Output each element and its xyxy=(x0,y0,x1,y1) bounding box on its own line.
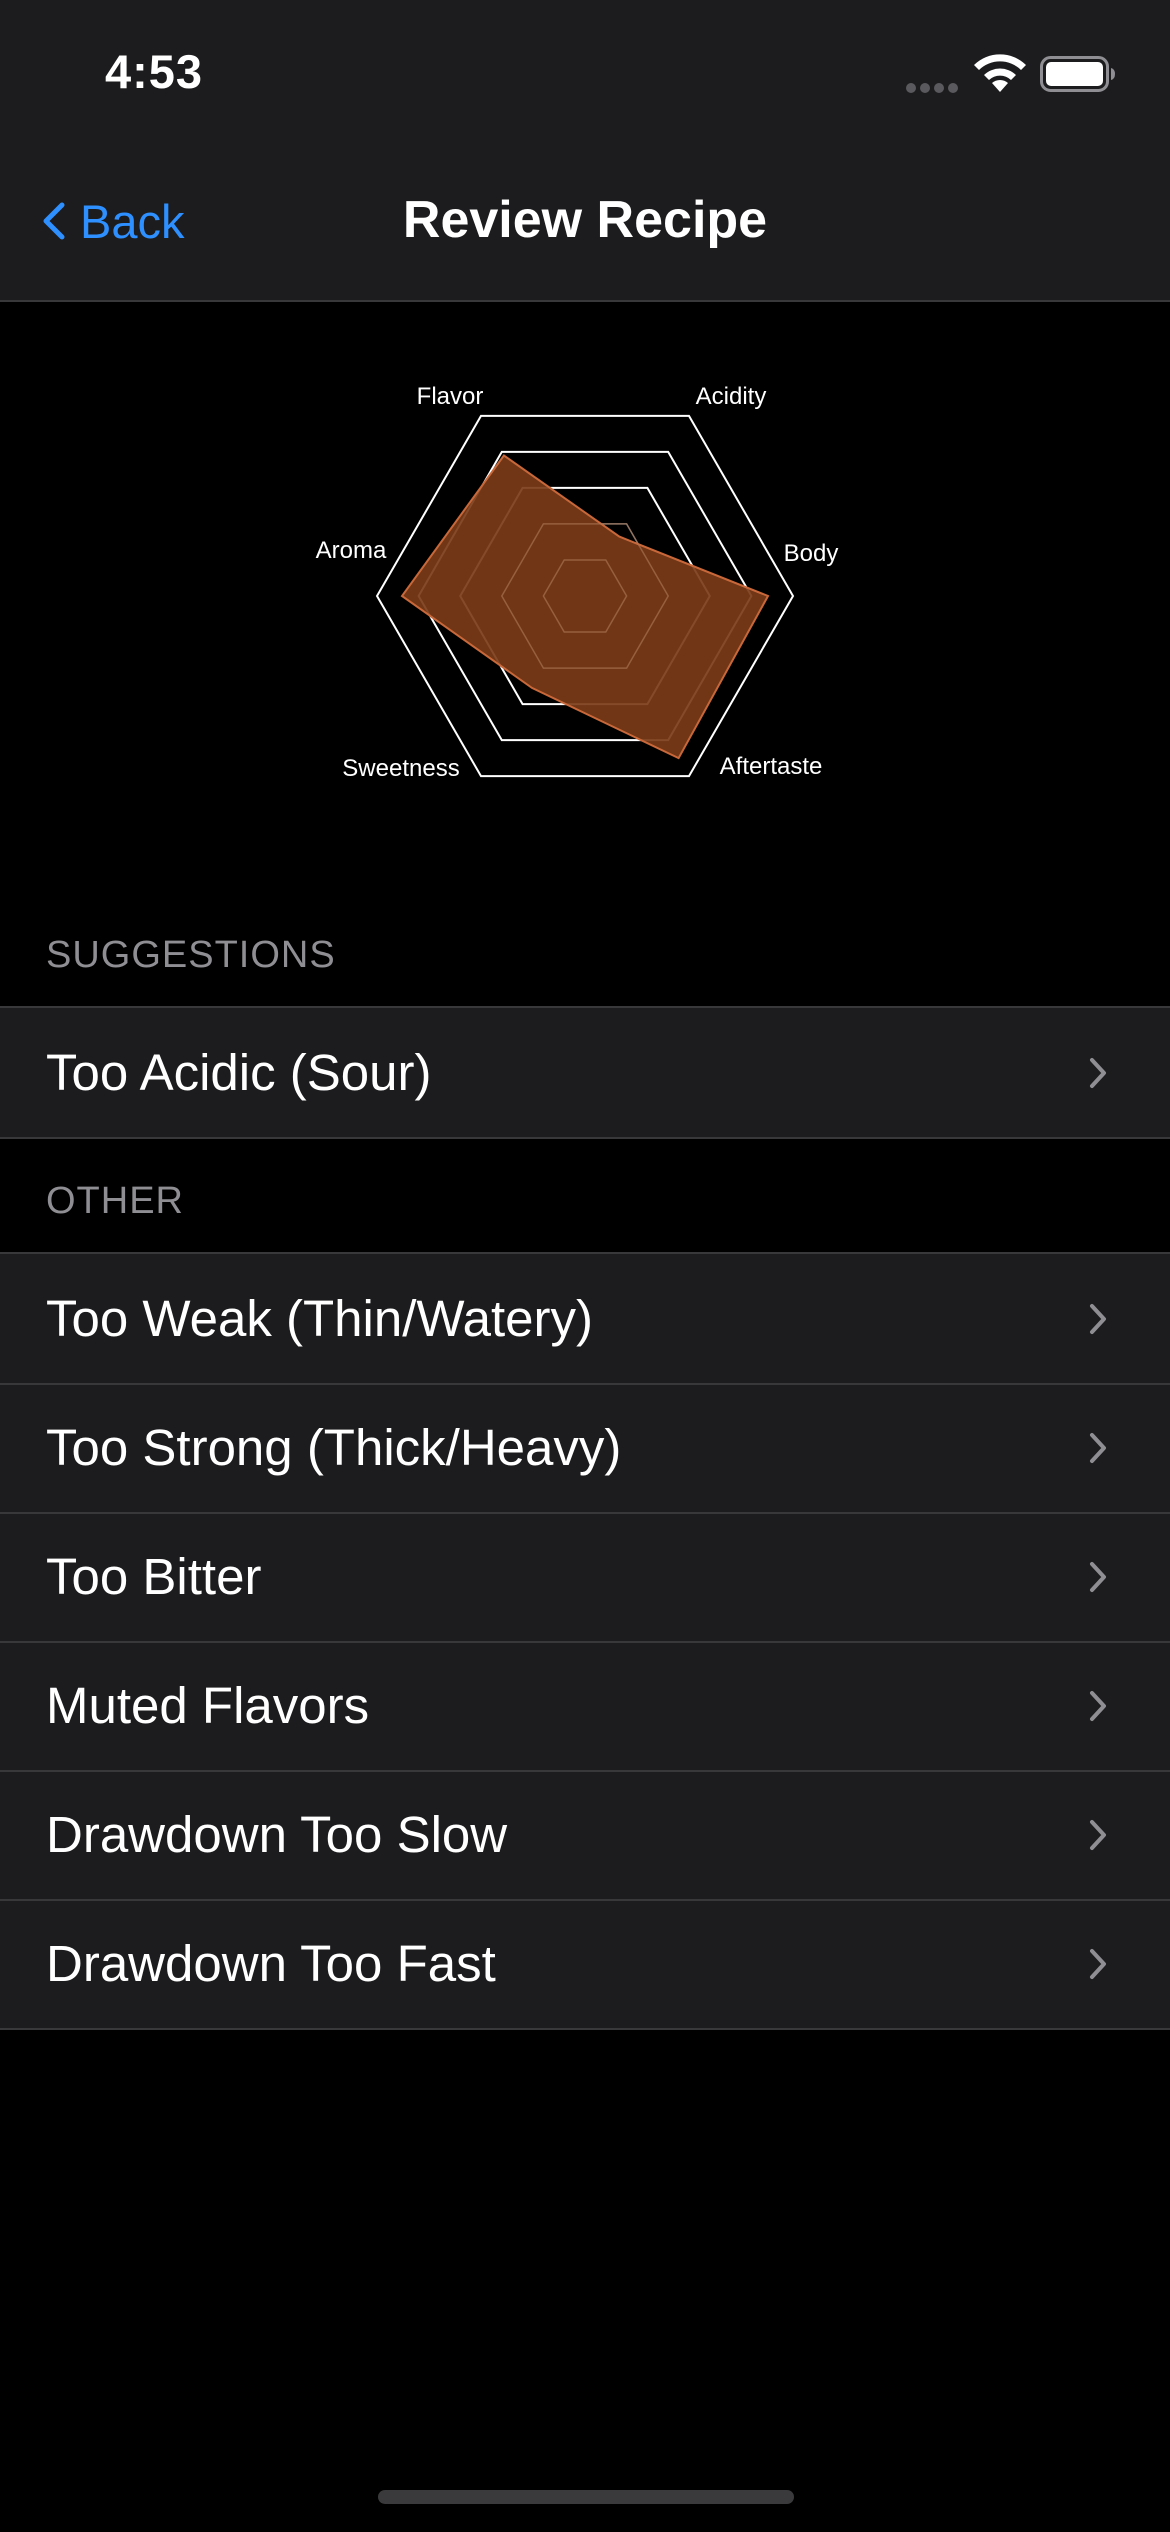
list-item-label: Drawdown Too Fast xyxy=(46,1935,496,1992)
flavor-radar-chart: Flavor Acidity Body Aftertaste Sweetness Arom… xyxy=(0,302,1170,902)
chevron-right-icon xyxy=(1090,1561,1106,1592)
radar-chart-svg: Flavor Acidity Body Aftertaste Sweetness Arom… xyxy=(316,383,839,782)
list-item-label: Too Acidic (Sour) xyxy=(46,1044,432,1101)
list-item-label: Muted Flavors xyxy=(46,1677,370,1734)
list-item-label: Too Strong (Thick/Heavy) xyxy=(46,1419,622,1476)
page-title: Review Recipe xyxy=(402,191,768,249)
list-item-label: Too Bitter xyxy=(46,1548,262,1605)
list-item[interactable]: Drawdown Too Fast xyxy=(0,1899,1170,2028)
radar-axis-label: Body xyxy=(784,540,839,567)
chevron-right-icon xyxy=(1090,1303,1106,1334)
list-item-label: Too Weak (Thin/Watery) xyxy=(46,1290,593,1347)
status-bar: 4:53 xyxy=(0,0,1170,150)
cellular-signal-icon xyxy=(906,83,958,93)
list-item[interactable]: Muted Flavors xyxy=(0,1641,1170,1770)
chevron-right-icon xyxy=(1090,1690,1106,1721)
radar-axis-label: Aftertaste xyxy=(720,753,823,780)
radar-series-area xyxy=(400,454,770,760)
navigation-bar: Back Review Recipe xyxy=(0,150,1170,302)
chevron-right-icon xyxy=(1090,1432,1106,1463)
chevron-right-icon xyxy=(1090,1057,1106,1088)
other-list: Too Weak (Thin/Watery) Too Strong (Thick… xyxy=(0,1252,1170,2030)
radar-axis-label: Aroma xyxy=(316,537,387,564)
chevron-right-icon xyxy=(1090,1948,1106,1979)
radar-axis-label: Acidity xyxy=(696,383,767,410)
radar-axis-label: Flavor xyxy=(417,383,484,410)
chevron-right-icon xyxy=(1090,1819,1106,1850)
list-item-label: Drawdown Too Slow xyxy=(46,1806,508,1863)
home-indicator[interactable] xyxy=(378,2490,794,2504)
other-section-header: OTHER xyxy=(46,1180,184,1222)
list-item[interactable]: Drawdown Too Slow xyxy=(0,1770,1170,1899)
suggestions-list: Too Acidic (Sour) xyxy=(0,1006,1170,1139)
list-item[interactable]: Too Weak (Thin/Watery) xyxy=(0,1254,1170,1383)
list-item[interactable]: Too Strong (Thick/Heavy) xyxy=(0,1383,1170,1512)
list-item[interactable]: Too Acidic (Sour) xyxy=(0,1008,1170,1137)
list-item[interactable]: Too Bitter xyxy=(0,1512,1170,1641)
battery-icon xyxy=(1040,56,1115,92)
radar-axis-label: Sweetness xyxy=(342,755,459,782)
wifi-icon xyxy=(974,54,1026,92)
suggestions-section-header: SUGGESTIONS xyxy=(46,934,336,976)
status-time: 4:53 xyxy=(105,45,204,98)
